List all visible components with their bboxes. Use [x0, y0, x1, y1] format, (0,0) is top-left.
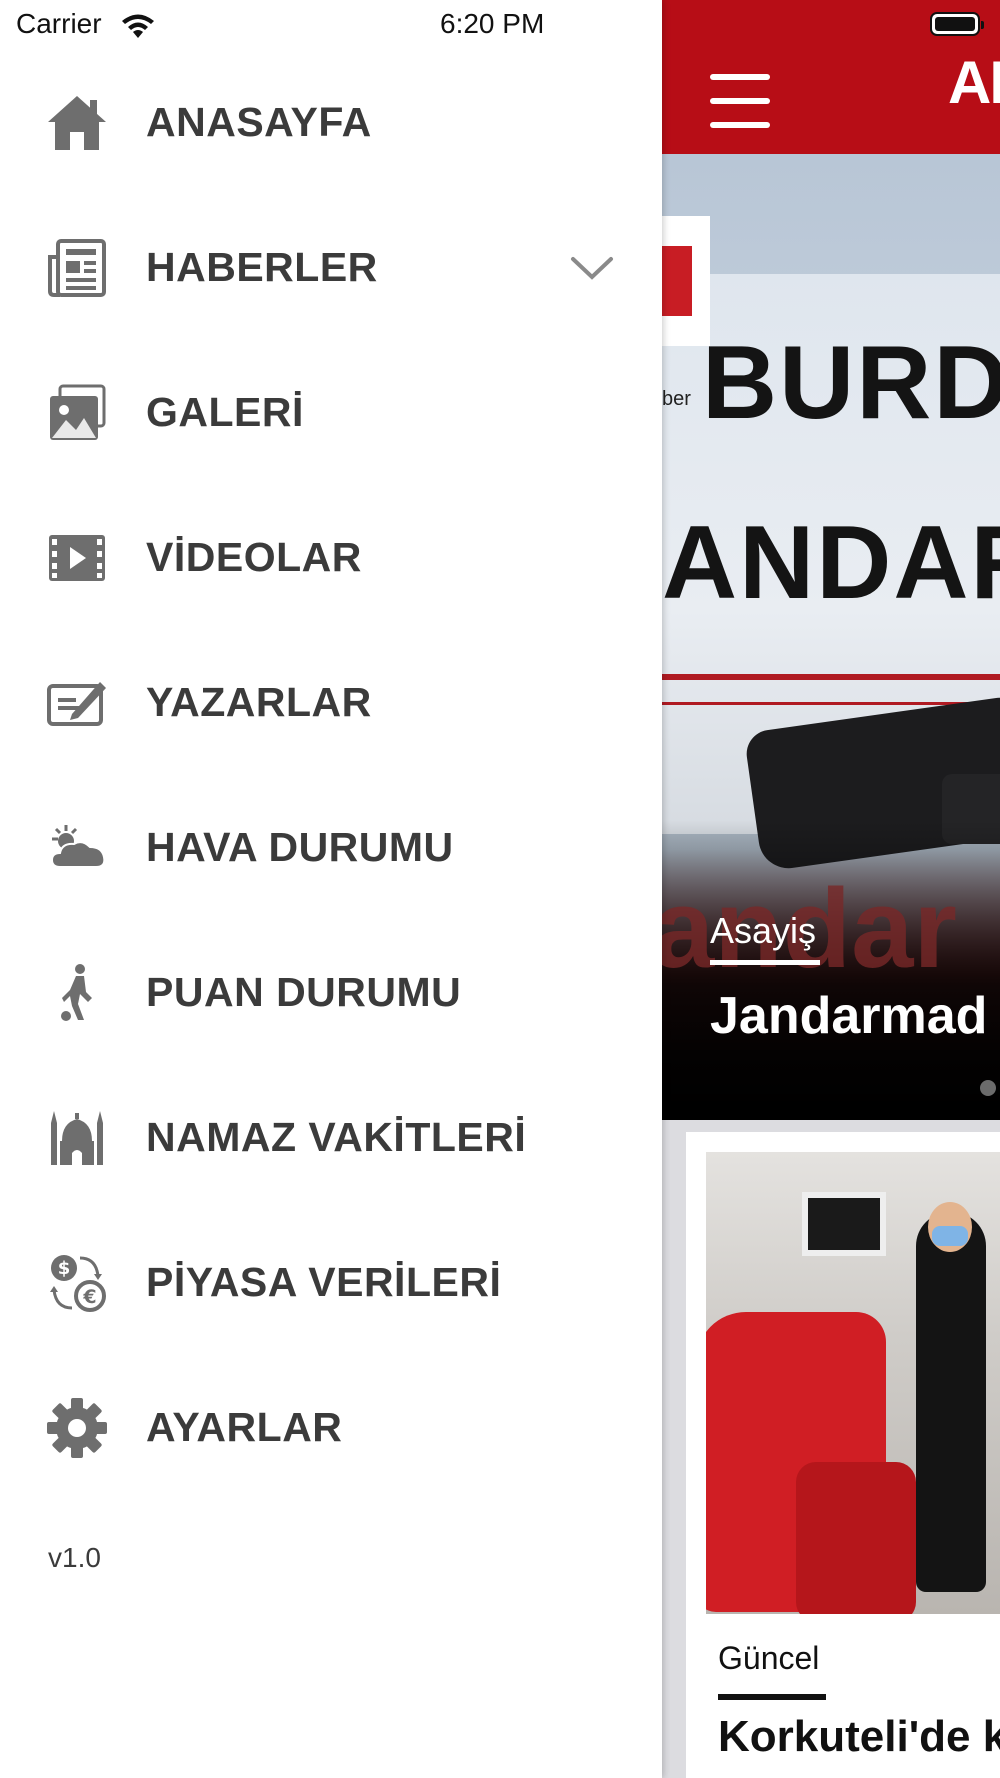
menu-item-label: VİDEOLAR	[146, 534, 362, 580]
menu-item-puan-durumu[interactable]: PUAN DURUMU	[0, 920, 662, 1065]
writer-icon	[46, 672, 108, 734]
mosque-icon	[46, 1107, 108, 1169]
currency-exchange-icon: $ €	[46, 1252, 108, 1314]
menu-item-label: HABERLER	[146, 244, 378, 290]
gallery-icon	[46, 382, 108, 444]
hamburger-menu-icon[interactable]	[710, 74, 770, 128]
news-card-image	[706, 1152, 1000, 1614]
gear-icon	[46, 1397, 108, 1459]
battery-icon	[930, 12, 984, 36]
menu-item-ayarlar[interactable]: AYARLAR	[0, 1355, 662, 1500]
newspaper-icon	[46, 237, 108, 299]
menu-item-piyasa-verileri[interactable]: $ € PİYASA VERİLERİ	[0, 1210, 662, 1355]
menu-item-label: PİYASA VERİLERİ	[146, 1259, 502, 1305]
svg-text:€: €	[82, 1286, 96, 1308]
video-icon	[46, 527, 108, 589]
news-card[interactable]: Güncel Korkuteli'de k	[686, 1132, 1000, 1778]
news-card-headline[interactable]: Korkuteli'de k	[718, 1712, 1000, 1762]
menu-item-label: GALERİ	[146, 389, 304, 435]
menu-item-haberler[interactable]: HABERLER	[0, 195, 662, 340]
news-card-category: Güncel	[718, 1640, 820, 1676]
hero-category[interactable]: Asayiş	[710, 910, 816, 952]
menu-item-anasayfa[interactable]: ANASAYFA	[0, 50, 662, 195]
menu-item-label: PUAN DURUMU	[146, 969, 462, 1015]
menu-item-yazarlar[interactable]: YAZARLAR	[0, 630, 662, 775]
drawer-menu: ANASAYFA HABERLER GALERİ VİDEOLAR YAZARL…	[0, 50, 662, 1500]
menu-item-label: ANASAYFA	[146, 99, 372, 145]
menu-item-label: NAMAZ VAKİTLERİ	[146, 1114, 527, 1160]
status-time: 6:20 PM	[440, 8, 545, 39]
status-carrier: Carrier	[16, 8, 102, 39]
banner-text-line1: BURD	[702, 325, 1000, 441]
menu-item-label: HAVA DURUMU	[146, 824, 454, 870]
brand-logo: AK	[948, 49, 1000, 116]
app-version: v1.0	[48, 1542, 101, 1573]
app-header: AK	[662, 0, 1000, 154]
menu-item-namaz-vakitleri[interactable]: NAMAZ VAKİTLERİ	[0, 1065, 662, 1210]
chevron-down-icon[interactable]	[570, 254, 614, 282]
weather-icon	[46, 817, 108, 879]
headline-slider[interactable]: ber BURD ANDAR andar Asayiş Jandarmad	[662, 154, 1000, 1120]
home-icon	[46, 92, 108, 154]
menu-item-galeri[interactable]: GALERİ	[0, 340, 662, 485]
menu-item-hava-durumu[interactable]: HAVA DURUMU	[0, 775, 662, 920]
slider-page-indicator	[980, 1080, 996, 1096]
menu-item-label: YAZARLAR	[146, 679, 372, 725]
football-player-icon	[46, 962, 108, 1024]
wifi-icon	[122, 14, 154, 38]
svg-text:$: $	[58, 1258, 71, 1279]
navigation-drawer: Carrier 6:20 PM ANASAYFA HABERLER GALERİ…	[0, 0, 662, 1778]
menu-item-videolar[interactable]: VİDEOLAR	[0, 485, 662, 630]
hero-headline[interactable]: Jandarmad	[710, 986, 987, 1046]
main-screen: AK ber BURD ANDAR andar Asayiş Jandarmad…	[662, 0, 1000, 1778]
banner-text-line2: ANDAR	[662, 505, 1000, 621]
menu-item-label: AYARLAR	[146, 1404, 343, 1450]
